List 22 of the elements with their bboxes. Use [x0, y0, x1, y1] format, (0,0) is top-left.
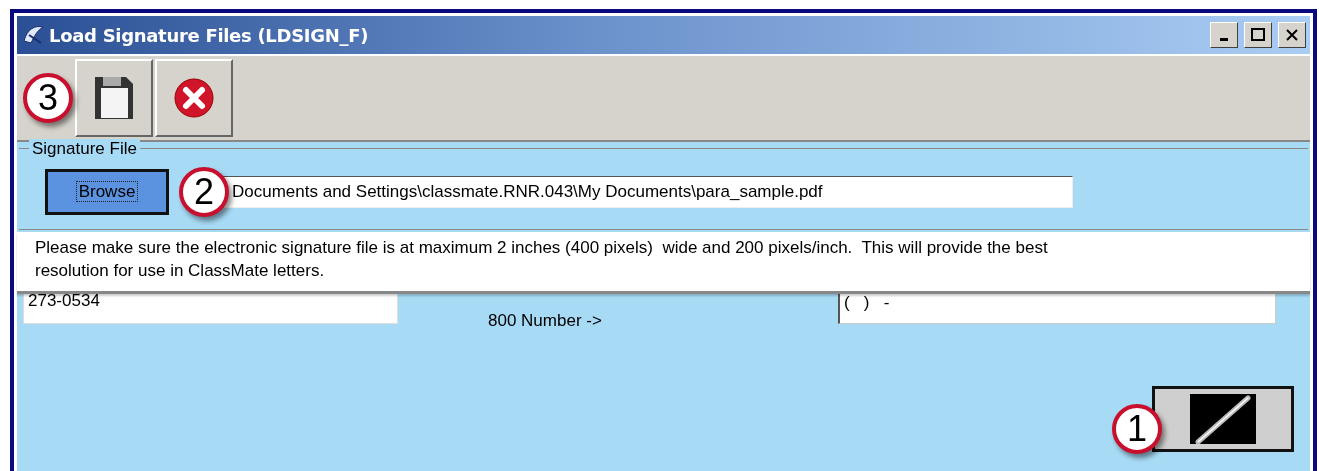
callout-number: 1 — [1112, 403, 1162, 454]
minimize-icon — [1220, 38, 1228, 41]
pen-icon — [1190, 393, 1256, 444]
browse-button[interactable]: Browse — [45, 169, 169, 215]
callout-number: 2 — [179, 167, 229, 217]
close-icon — [1285, 28, 1299, 42]
phone-field[interactable]: 273-0534 — [23, 294, 398, 324]
file-path-field[interactable]: Documents and Settings\classmate.RNR.043\My Documents\para_sample.pdf — [223, 176, 1073, 208]
signature-button[interactable] — [1152, 385, 1294, 452]
800-number-field[interactable]: ( ) - — [838, 294, 1276, 324]
notice-text: Please make sure the electronic signature file is at maximum 2 inches (400 pixels) wide and 200 pixels/inch. This will provide the best resolution for use in ClassMate letters. — [17, 232, 1310, 294]
maximize-button[interactable] — [1244, 22, 1272, 48]
window-title: Load Signature Files (LDSIGN_F) — [49, 24, 370, 46]
minimize-button[interactable] — [1210, 22, 1238, 48]
group-legend: Signature File — [29, 139, 140, 159]
close-button[interactable] — [1278, 22, 1306, 48]
field-label: 800 Number -> — [488, 312, 603, 326]
cancel-button[interactable] — [155, 59, 233, 137]
save-button[interactable] — [75, 59, 153, 137]
cancel-icon — [173, 77, 215, 119]
callout-number: 3 — [23, 73, 73, 123]
maximize-icon — [1251, 28, 1265, 42]
